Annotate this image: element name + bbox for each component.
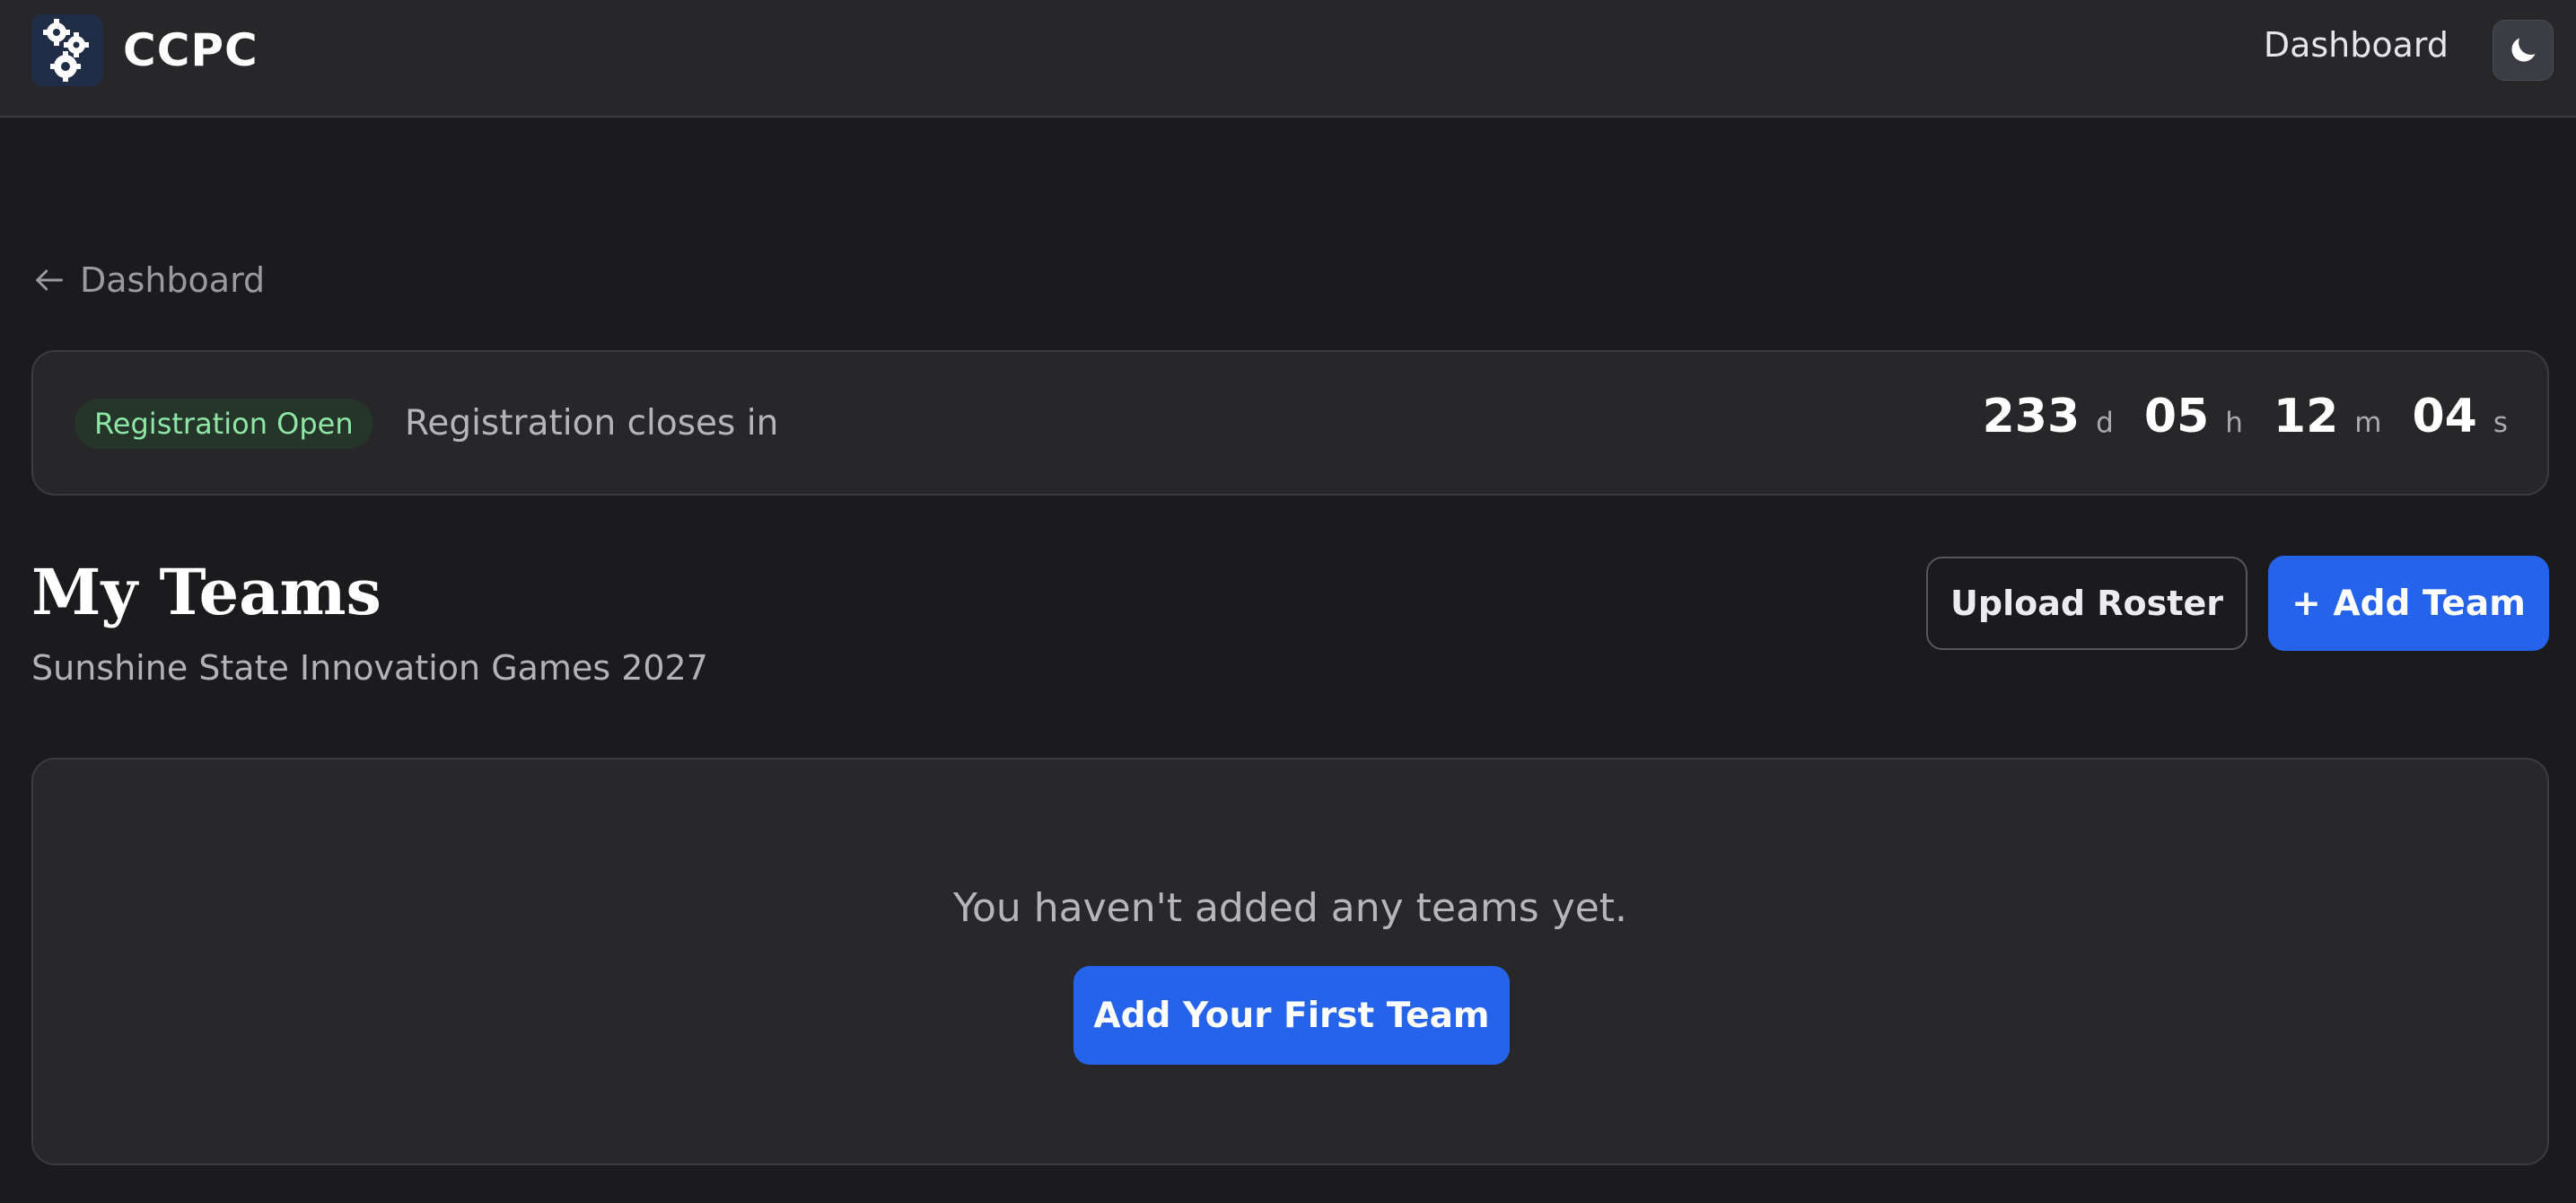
countdown-hours-unit: h: [2225, 407, 2243, 439]
page-title: My Teams: [31, 555, 381, 629]
back-to-dashboard-link[interactable]: Dashboard: [31, 260, 265, 300]
moon-icon: [2511, 38, 2536, 62]
registration-status-badge: Registration Open: [74, 399, 373, 449]
top-nav-bar: CCPC Dashboard: [0, 0, 2576, 118]
add-first-team-button[interactable]: Add Your First Team: [1073, 966, 1510, 1065]
teams-empty-state-card: You haven't added any teams yet. Add You…: [31, 758, 2549, 1165]
event-name-subtitle: Sunshine State Innovation Games 2027: [31, 648, 708, 688]
countdown-seconds: 04: [2412, 390, 2477, 443]
back-link-label: Dashboard: [80, 260, 266, 300]
empty-state-message: You haven't added any teams yet.: [952, 885, 1628, 931]
brand-link[interactable]: CCPC: [31, 14, 258, 86]
registration-countdown: 233 d 05 h 12 m 04 s: [1983, 390, 2508, 443]
countdown-days: 233: [1982, 390, 2081, 443]
countdown-days-unit: d: [2096, 407, 2114, 439]
brand-name: CCPC: [123, 24, 258, 76]
countdown-seconds-unit: s: [2493, 407, 2508, 439]
gears-icon: [31, 14, 103, 86]
countdown-hours: 05: [2143, 390, 2210, 443]
registration-status-card: Registration Open Registration closes in…: [31, 350, 2549, 496]
upload-roster-button[interactable]: Upload Roster: [1926, 557, 2247, 650]
nav-dashboard-link[interactable]: Dashboard: [2264, 25, 2449, 65]
theme-toggle-button[interactable]: [2493, 20, 2554, 81]
countdown-minutes-unit: m: [2354, 407, 2382, 439]
registration-closes-text: Registration closes in: [405, 403, 779, 443]
countdown-minutes: 12: [2273, 390, 2339, 443]
arrow-left-icon: [31, 262, 67, 298]
add-team-button[interactable]: + Add Team: [2268, 556, 2549, 651]
